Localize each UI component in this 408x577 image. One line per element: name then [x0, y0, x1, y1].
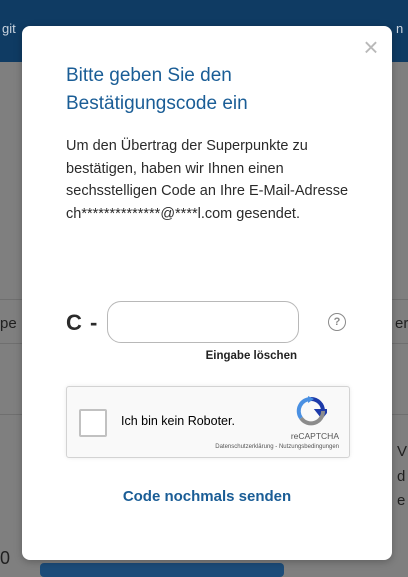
background-button [40, 563, 284, 577]
recaptcha-checkbox[interactable] [79, 409, 107, 437]
code-prefix: C - [66, 310, 99, 335]
recaptcha-brand: reCAPTCHA [290, 431, 339, 441]
background-side-text: d [397, 468, 406, 485]
background-side-text: V [397, 443, 408, 460]
recaptcha-links[interactable]: Datenschutzerklärung - Nutzungsbedingung… [215, 444, 339, 450]
help-icon[interactable]: ? [328, 313, 346, 331]
background-header-text-right: n [396, 21, 404, 36]
dialog-description: Um den Übertrag der Superpunkte zu bestä… [66, 138, 349, 222]
background-corner-text: 0 [0, 548, 11, 568]
background-header-text-left: git [2, 21, 16, 36]
clear-input-link[interactable]: Eingabe löschen [177, 350, 297, 362]
dialog-title: Bitte geben Sie den Bestätigungscode ein [66, 65, 248, 114]
code-digit-input[interactable] [108, 302, 298, 342]
background-side-text: e [397, 492, 406, 509]
close-icon[interactable]: × [360, 34, 382, 60]
background-row-text-left: pe [0, 315, 17, 332]
recaptcha-logo-icon [296, 396, 327, 426]
recaptcha-widget: Ich bin kein Roboter. reCAPTCHA Datensch… [66, 386, 350, 458]
code-input-group [107, 301, 299, 343]
resend-code-link[interactable]: Code nochmals senden [22, 488, 392, 505]
recaptcha-label: Ich bin kein Roboter. [121, 414, 235, 428]
verification-dialog: × Bitte geben Sie den Bestätigungscode e… [22, 26, 392, 560]
background-row-text-right: er [395, 315, 408, 332]
